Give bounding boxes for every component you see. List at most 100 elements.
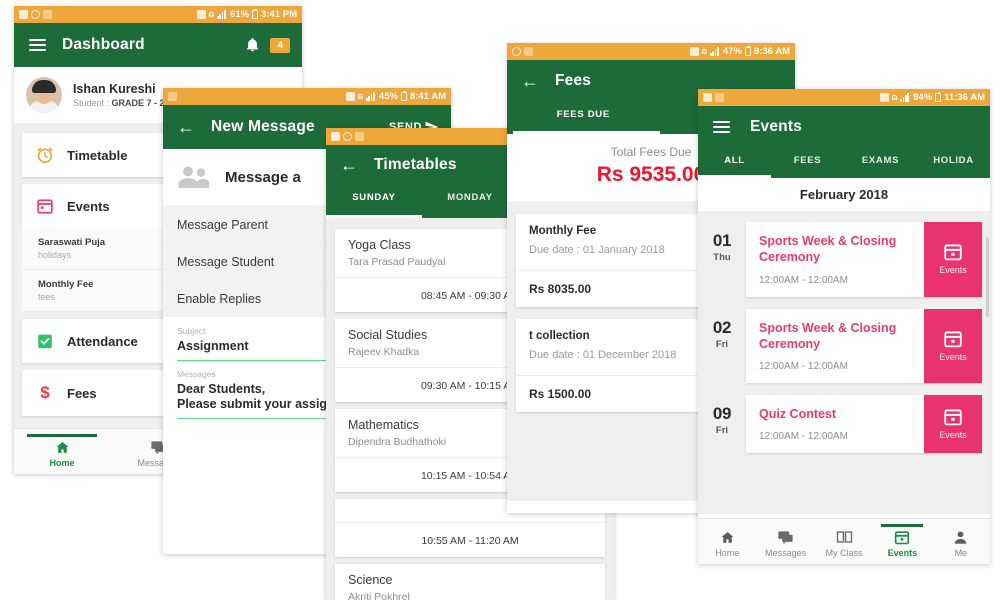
page-title: Dashboard — [62, 36, 145, 53]
clock-text: 3:41 PM — [261, 9, 297, 20]
event-title: Sports Week & Closing Ceremony — [759, 234, 897, 265]
menu-button[interactable] — [26, 34, 48, 56]
fee-amount: Rs 1500.00 — [529, 386, 592, 401]
bottomnav-item-messages[interactable]: Messages — [756, 525, 814, 558]
event-row[interactable]: 02 Fri Sports Week & Closing Ceremony 12… — [698, 303, 990, 390]
statusbar-dashboard: ⍝ 61% 3:41 PM — [14, 6, 302, 23]
tab-holidays[interactable]: HOLIDA — [917, 148, 990, 178]
alarm-icon — [196, 10, 206, 19]
battery-icon — [400, 91, 407, 101]
bottomnav-label: My Class — [825, 548, 863, 558]
signal-icon — [365, 92, 376, 101]
tab-fees[interactable]: FEES — [771, 148, 844, 178]
dashboard-card-label: Fees — [67, 385, 97, 401]
timetable-time: 09:30 AM - 10:15 AM — [420, 380, 520, 392]
dollar-icon: $ — [40, 383, 50, 402]
tray-icon — [703, 93, 712, 102]
alarm-icon — [345, 92, 355, 101]
event-date: 01 Thu — [698, 222, 746, 297]
appbar-dashboard: Dashboard 4 — [14, 23, 302, 67]
calendar-icon — [873, 529, 931, 545]
bottomnav-item-home[interactable]: Home — [698, 525, 756, 558]
dashboard-card-label: Events — [67, 198, 110, 214]
tab-indicator — [326, 215, 422, 218]
battery-percent: 94% — [913, 92, 933, 103]
timetable-time: 08:45 AM - 09:30 AM — [420, 290, 520, 302]
calendar-icon — [37, 199, 53, 214]
notifications-button[interactable] — [241, 34, 263, 56]
screenshot-collage: ⍝ 61% 3:41 PM Dashboard 4 Ishan Kureshi … — [0, 0, 1000, 600]
wifi-icon: ⍝ — [891, 92, 898, 102]
event-row[interactable]: 09 Fri Quiz Contest 12:00AM - 12:00AM Ev… — [698, 389, 990, 459]
events-list: 01 Thu Sports Week & Closing Ceremony 12… — [698, 211, 990, 514]
check-square-icon — [38, 334, 52, 349]
tab-all[interactable]: ALL — [698, 148, 771, 178]
home-icon — [14, 439, 110, 455]
event-day-number: 09 — [712, 404, 732, 423]
tab-exams[interactable]: EXAMS — [844, 148, 917, 178]
timetable-entry[interactable]: Science Akriti Pokhrel — [335, 564, 605, 600]
chat-icon — [756, 529, 814, 545]
bell-icon — [246, 38, 259, 52]
event-weekday: Fri — [715, 425, 729, 436]
call-icon — [31, 10, 40, 19]
hamburger-icon — [712, 118, 730, 137]
wifi-icon: ⍝ — [208, 9, 215, 19]
tab-monday[interactable]: MONDAY — [422, 185, 518, 218]
bottomnav-item-me[interactable]: Me — [932, 525, 990, 558]
statusbar-new-message: ⍝ 45% 8:41 AM — [163, 88, 451, 105]
appbar-events: Events — [698, 106, 990, 148]
timetable-teacher: Akriti Pokhrel — [348, 591, 410, 600]
back-button[interactable]: ← — [175, 116, 197, 138]
event-tag[interactable]: Events — [924, 308, 982, 383]
tray-icon — [168, 92, 177, 101]
bottomnav-label: Me — [954, 548, 968, 558]
signal-icon — [709, 47, 720, 56]
bottomnav-item-myclass[interactable]: My Class — [815, 525, 873, 558]
menu-button[interactable] — [710, 116, 732, 138]
person-icon — [932, 529, 990, 545]
home-icon — [698, 529, 756, 545]
tray-icon — [19, 10, 28, 19]
bottomnav-label: Events — [887, 548, 918, 558]
back-arrow-icon: ← — [340, 155, 358, 175]
calendar-icon — [944, 409, 962, 426]
bottomnav-item-home[interactable]: Home — [14, 434, 110, 468]
dashboard-card-label: Timetable — [67, 147, 128, 163]
back-button[interactable]: ← — [338, 154, 360, 176]
calendar-icon — [944, 244, 962, 261]
bottomnav-label: Home — [715, 548, 740, 558]
hamburger-icon — [28, 36, 46, 55]
avatar — [26, 77, 62, 113]
battery-icon — [935, 92, 942, 102]
phone-events: ⍝ 94% 11:36 AM Events ALL FEES EXAMS HOL… — [698, 89, 990, 564]
tab-sunday[interactable]: SUNDAY — [326, 185, 422, 218]
clock-text: 8:36 AM — [753, 46, 790, 57]
event-tag[interactable]: Events — [924, 395, 982, 454]
profile-role-label: Student : — [73, 98, 110, 108]
event-title: Quiz Contest — [759, 407, 837, 421]
event-tag[interactable]: Events — [924, 222, 982, 297]
bottomnav-item-events[interactable]: Events — [873, 524, 931, 558]
bottomnav-label: Messages — [765, 548, 807, 558]
camera-icon — [43, 10, 52, 19]
tab-fees-due[interactable]: FEES DUE — [507, 102, 660, 134]
back-button[interactable]: ← — [519, 70, 541, 92]
bottomnav-label: Home — [49, 458, 75, 468]
timetable-time: 10:15 AM - 10:54 AM — [420, 470, 520, 482]
timetable-time: 10:55 AM - 11:20 AM — [421, 535, 519, 547]
event-row[interactable]: 01 Thu Sports Week & Closing Ceremony 12… — [698, 216, 990, 303]
event-weekday: Thu — [713, 252, 731, 263]
event-time: 12:00AM - 12:00AM — [759, 274, 848, 286]
page-title: New Message — [211, 118, 315, 135]
statusbar-events: ⍝ 94% 11:36 AM — [698, 89, 990, 106]
scrollbar-thumb[interactable] — [986, 237, 989, 317]
statusbar-fees: ⍝ 47% 8:36 AM — [507, 43, 795, 60]
notification-badge[interactable]: 4 — [270, 37, 290, 53]
calendar-icon — [944, 331, 962, 348]
tab-indicator — [698, 175, 771, 178]
event-date: 09 Fri — [698, 395, 746, 453]
signal-icon — [217, 10, 227, 19]
event-date: 02 Fri — [698, 309, 746, 384]
fee-amount: Rs 8035.00 — [529, 281, 592, 296]
